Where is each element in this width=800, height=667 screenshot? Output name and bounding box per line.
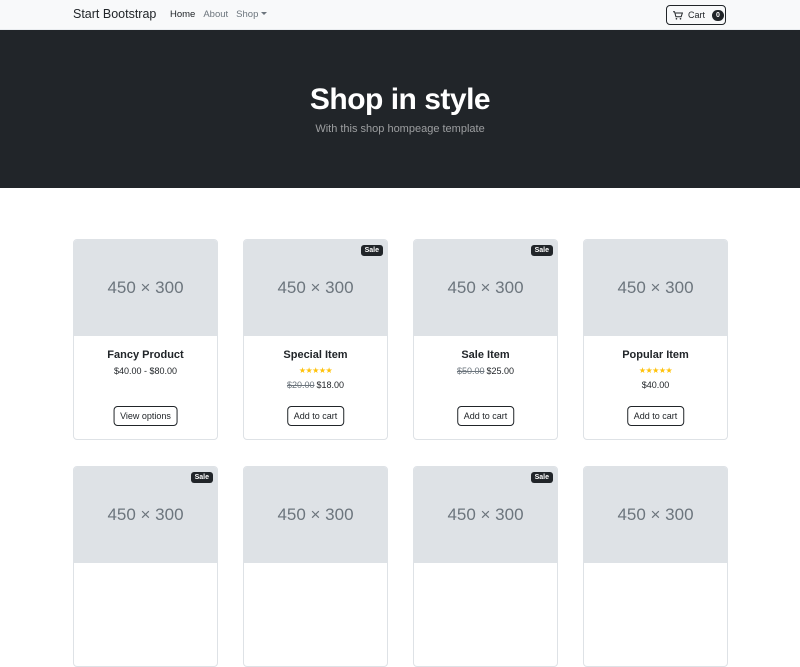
product-name: Fancy Product bbox=[107, 349, 184, 361]
star-icon: ★ bbox=[312, 366, 319, 375]
hero-header: Shop in style With this shop hompeage te… bbox=[0, 30, 800, 188]
product-name: Sale Item bbox=[461, 349, 510, 361]
sale-badge: Sale bbox=[530, 245, 553, 256]
star-icon: ★ bbox=[325, 366, 333, 375]
product-price: $40.00 - $80.00 bbox=[74, 366, 217, 376]
product-name: Special Item bbox=[283, 349, 348, 361]
product-rating: ★★★★★ bbox=[584, 366, 727, 375]
product-card: 450 × 300 Sale bbox=[73, 466, 218, 667]
product-card: 450 × 300 bbox=[583, 466, 728, 667]
star-icon: ★ bbox=[652, 366, 659, 375]
product-image-placeholder: 450 × 300 bbox=[584, 240, 727, 336]
product-card-body: Fancy Product $40.00 - $80.00 bbox=[74, 336, 217, 376]
sale-badge: Sale bbox=[530, 472, 553, 483]
cart-icon bbox=[673, 10, 683, 20]
navbar: Start Bootstrap Home About Shop Cart 0 bbox=[0, 0, 800, 30]
sale-badge: Sale bbox=[360, 245, 383, 256]
brand-link[interactable]: Start Bootstrap bbox=[73, 7, 156, 21]
nav-links: Home About Shop bbox=[170, 9, 268, 20]
caret-down-icon bbox=[261, 12, 268, 15]
product-name: Popular Item bbox=[622, 349, 689, 361]
star-icon: ★ bbox=[318, 366, 326, 375]
add-to-cart-button[interactable]: Add to cart bbox=[286, 406, 345, 426]
product-card: 450 × 300 Sale bbox=[413, 466, 558, 667]
product-card: 450 × 300 Sale Sale Item $50.00 $25.00 Add to… bbox=[413, 239, 558, 440]
product-card: 450 × 300 Popular Item ★★★★★ $40.00 Add to c… bbox=[583, 239, 728, 440]
current-price: $25.00 bbox=[486, 366, 515, 376]
hero-subtitle: With this shop hompeage template bbox=[315, 123, 485, 135]
product-price: $20.00 $18.00 bbox=[244, 380, 387, 390]
product-card-body: Special Item ★★★★★ $20.00 $18.00 bbox=[244, 336, 387, 390]
product-card: 450 × 300 Fancy Product $40.00 - $80.00 Vie… bbox=[73, 239, 218, 440]
add-to-cart-button[interactable]: Add to cart bbox=[626, 406, 685, 426]
cart-button[interactable]: Cart 0 bbox=[666, 5, 726, 25]
product-card: 450 × 300 Sale Special Item ★★★★★ $20.00 $18.… bbox=[243, 239, 388, 440]
current-price: $40.00 - $80.00 bbox=[113, 366, 178, 376]
original-price: $50.00 bbox=[456, 366, 485, 376]
product-price: $50.00 $25.00 bbox=[414, 366, 557, 376]
product-card: 450 × 300 bbox=[243, 466, 388, 667]
product-card-body: Popular Item ★★★★★ $40.00 bbox=[584, 336, 727, 390]
original-price: $20.00 bbox=[286, 380, 315, 390]
current-price: $18.00 bbox=[316, 380, 345, 390]
product-image-placeholder: 450 × 300 bbox=[74, 240, 217, 336]
product-price: $40.00 bbox=[584, 380, 727, 390]
product-rating: ★★★★★ bbox=[244, 366, 387, 375]
cart-count-badge: 0 bbox=[712, 9, 724, 21]
star-icon: ★ bbox=[658, 366, 666, 375]
current-price: $40.00 bbox=[641, 380, 670, 390]
nav-link-home[interactable]: Home bbox=[170, 9, 195, 20]
star-icon: ★ bbox=[665, 366, 673, 375]
product-card-body: Sale Item $50.00 $25.00 bbox=[414, 336, 557, 376]
add-to-cart-button[interactable]: Add to cart bbox=[456, 406, 515, 426]
nav-link-shop-label: Shop bbox=[236, 9, 259, 20]
hero-title: Shop in style bbox=[309, 83, 491, 116]
view-options-button[interactable]: View options bbox=[113, 406, 178, 426]
product-image-placeholder: 450 × 300 bbox=[584, 467, 727, 563]
cart-label: Cart bbox=[688, 10, 706, 20]
product-image-placeholder: 450 × 300 bbox=[244, 467, 387, 563]
nav-link-about[interactable]: About bbox=[203, 9, 228, 20]
sale-badge: Sale bbox=[190, 472, 213, 483]
product-grid: 450 × 300 Fancy Product $40.00 - $80.00 Vie… bbox=[73, 239, 728, 667]
nav-dropdown-shop[interactable]: Shop bbox=[236, 9, 268, 20]
